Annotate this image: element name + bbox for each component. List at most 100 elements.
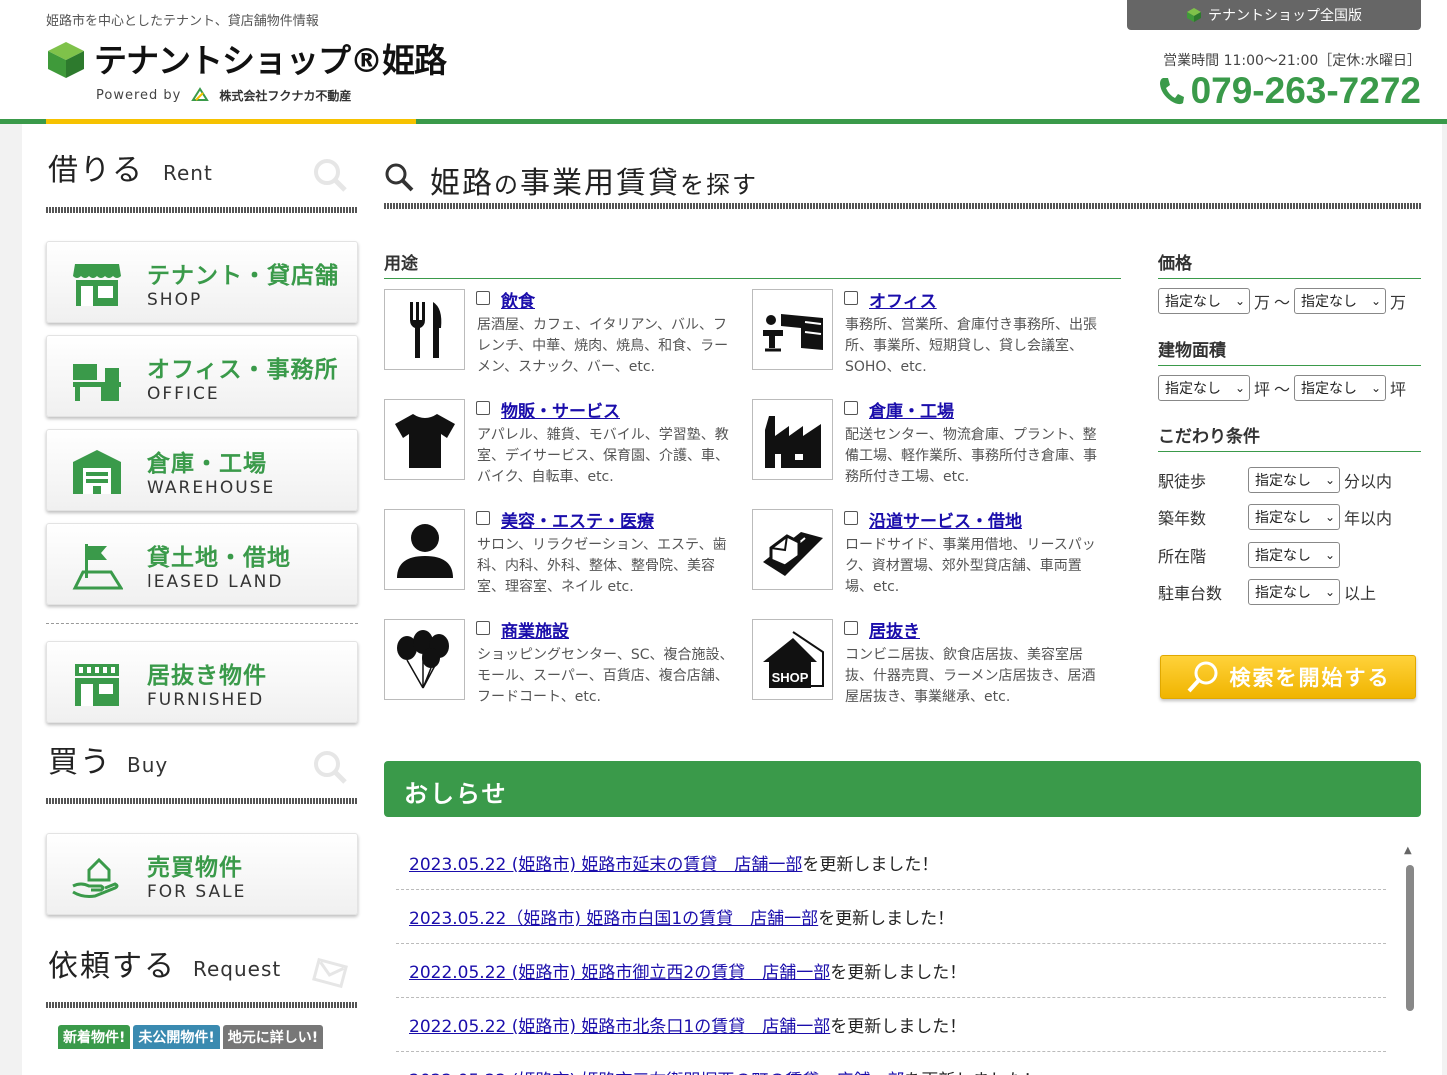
sidebar-item-warehouse[interactable]: 倉庫・工場 WAREHOUSE — [46, 429, 358, 511]
sidebar-item-for-sale[interactable]: 売買物件 FOR SALE — [46, 833, 358, 915]
category-checkbox[interactable] — [844, 401, 858, 415]
category-link[interactable]: 居抜き — [869, 617, 920, 642]
category-link[interactable]: 倉庫・工場 — [869, 397, 954, 422]
category-checkbox[interactable] — [844, 291, 858, 305]
sidebar-item-shop[interactable]: テナント・貸店舗 SHOP — [46, 241, 358, 323]
price-min-select[interactable]: 指定なし ⌄ — [1158, 288, 1250, 314]
phone-icon — [1159, 78, 1184, 105]
search-button[interactable]: 検索を開始する — [1160, 655, 1416, 699]
company-name: 株式会社フクナカ不動産 — [219, 88, 352, 103]
news-title: おしらせ — [384, 761, 1421, 817]
scrollbar-thumb[interactable] — [1406, 865, 1414, 1011]
select-value: 指定なし — [1165, 294, 1221, 310]
category-checkbox[interactable] — [476, 511, 490, 525]
shop-icon — [73, 264, 121, 306]
category-icon-box[interactable] — [752, 509, 833, 590]
land-en: lEASED LAND — [147, 572, 284, 592]
chevron-down-icon: ⌄ — [1234, 294, 1245, 308]
category-checkbox[interactable] — [476, 291, 490, 305]
price-max-select[interactable]: 指定なし ⌄ — [1294, 288, 1387, 314]
category-link[interactable]: オフィス — [869, 287, 937, 312]
request-title: 依頼する — [48, 949, 176, 984]
news-link[interactable]: 2022.05.22 (姫路市) 姫路市北条口1の賃貸 店舗一部 — [409, 1012, 830, 1037]
news-text: を更新しました！ — [830, 963, 967, 983]
business-hours: 営業時間 11:00～21:00［定休:水曜日］ — [1163, 53, 1421, 69]
condition-label: 駅徒歩 — [1158, 472, 1207, 491]
condition-unit: 分以内 — [1344, 472, 1393, 491]
scroll-up-icon[interactable]: ▲ — [1404, 845, 1412, 856]
search-button-label: 検索を開始する — [1229, 666, 1391, 690]
select-value: 指定なし — [1301, 381, 1358, 397]
area-max-select[interactable]: 指定なし ⌄ — [1294, 375, 1387, 401]
category-checkbox[interactable] — [476, 401, 490, 415]
search-watermark-icon — [314, 159, 347, 192]
price-label: 価格 — [1158, 249, 1421, 279]
usage-label: 用途 — [384, 249, 1121, 279]
category-checkbox[interactable] — [844, 511, 858, 525]
category-icon-box[interactable] — [752, 399, 833, 480]
sidebar-item-land[interactable]: 貸土地・借地 lEASED LAND — [46, 523, 358, 605]
news-item: 2023.05.22 (姫路市) 姫路市延末の賃貸 店舗一部 を更新しました！ — [396, 836, 1386, 890]
person-icon — [396, 523, 453, 578]
category-link[interactable]: 飲食 — [501, 287, 535, 312]
badge-local: 地元に詳しい! — [222, 1025, 324, 1049]
news-text: を更新しました！ — [830, 1017, 967, 1037]
site-header: 姫路市を中心としたテナント、貸店舗物件情報 テナントショップ®姫路 Powere… — [0, 0, 1447, 124]
category-checkbox[interactable] — [844, 621, 858, 635]
news-link[interactable]: 2023.05.22 (姫路市) 姫路市延末の賃貸 店舗一部 — [409, 850, 802, 875]
request-en: Request — [193, 957, 282, 981]
category-link[interactable]: 商業施設 — [501, 617, 569, 642]
category-icon-box[interactable] — [384, 399, 465, 480]
warehouse-en: WAREHOUSE — [147, 478, 276, 498]
category-icon-box[interactable] — [752, 289, 833, 370]
news-list: 2023.05.22 (姫路市) 姫路市延末の賃貸 店舗一部 を更新しました！ 2… — [396, 836, 1386, 1075]
category-food: 飲食 居酒屋、カフェ、イタリアン、バル、フレンチ、中華、焼肉、焼鳥、和食、ラーメ… — [384, 289, 734, 379]
category-link[interactable]: 美容・エステ・医療 — [501, 507, 654, 532]
sidebar-item-office[interactable]: オフィス・事務所 OFFICE — [46, 335, 358, 417]
shop-en: SHOP — [147, 290, 203, 310]
national-site-link[interactable]: テナントショップ全国版 — [1127, 0, 1421, 30]
phone-number[interactable]: 079-263-7272 — [1157, 70, 1421, 112]
warehouse-label: 倉庫・工場 — [147, 451, 267, 477]
category-icon-box[interactable] — [384, 619, 465, 700]
category-checkbox[interactable] — [476, 621, 490, 635]
category-icon-box[interactable]: SHOP — [752, 619, 833, 700]
sidebar-rent-heading: 借りる Rent — [46, 150, 358, 208]
category-roadside: 沿道サービス・借地 ロードサイド、事業用借地、リースパック、資材置場、郊外型貸店… — [752, 509, 1102, 599]
balloons-icon — [396, 629, 449, 688]
kodawari-label: こだわり条件 — [1158, 422, 1421, 452]
category-desc: ロードサイド、事業用借地、リースパック、資材置場、郊外型貸店舗、車両置場、etc… — [845, 537, 1096, 595]
area-unit: 坪 — [1254, 380, 1271, 399]
furnished-en: FURNISHED — [147, 690, 265, 710]
category-link[interactable]: 物販・サービス — [501, 397, 620, 422]
condition-label: 駐車台数 — [1158, 584, 1223, 603]
sidebar-request-heading: 依頼する Request — [46, 946, 358, 1004]
area-min-select[interactable]: 指定なし ⌄ — [1158, 375, 1250, 401]
walk-select[interactable]: 指定なし ⌄ — [1248, 467, 1340, 493]
price-range: 指定なし ⌄ 万 ～ 指定なし ⌄ 万 — [1158, 288, 1406, 314]
news-link[interactable]: 2023.05.22（姫路市) 姫路市白国1の賃貸 店舗一部 — [409, 904, 818, 929]
category-icon-box[interactable] — [384, 289, 465, 370]
news-scrollbar[interactable]: ▲ — [1403, 845, 1417, 1075]
age-select[interactable]: 指定なし ⌄ — [1248, 504, 1340, 530]
area-range: 指定なし ⌄ 坪 ～ 指定なし ⌄ 坪 — [1158, 375, 1406, 401]
svg-text:SHOP: SHOP — [771, 670, 808, 685]
news-link[interactable]: 2022.05.22 (姫路市) 姫路市三左衛門堀西の町の賃貸 店舗一部 — [409, 1066, 904, 1075]
parking-select[interactable]: 指定なし ⌄ — [1248, 579, 1340, 605]
sidebar-item-furnished[interactable]: 居抜き物件 FURNISHED — [46, 641, 358, 723]
floor-select[interactable]: 指定なし ⌄ — [1248, 542, 1340, 568]
category-icon-box[interactable] — [384, 509, 465, 590]
tshirt-icon — [394, 413, 455, 468]
feature-badges: 新着物件! 未公開物件! 地元に詳しい! — [58, 1025, 324, 1049]
chevron-down-icon: ⌄ — [1370, 294, 1382, 308]
fork-knife-icon — [409, 301, 441, 358]
rent-title: 借りる — [48, 153, 144, 188]
condition-label: 所在階 — [1158, 547, 1207, 566]
news-link[interactable]: 2022.05.22 (姫路市) 姫路市御立西2の賃貸 店舗一部 — [409, 958, 830, 983]
category-desc: 事務所、営業所、倉庫付き事務所、出張所、事業所、短期貸し、貸し会議室、SOHO、… — [845, 317, 1097, 375]
office-desk-icon — [762, 313, 823, 351]
category-link[interactable]: 沿道サービス・借地 — [869, 507, 1022, 532]
furnished-label: 居抜き物件 — [147, 663, 267, 689]
site-logo[interactable]: テナントショップ®姫路 — [46, 38, 447, 82]
shop-label: テナント・貸店舗 — [147, 263, 339, 289]
